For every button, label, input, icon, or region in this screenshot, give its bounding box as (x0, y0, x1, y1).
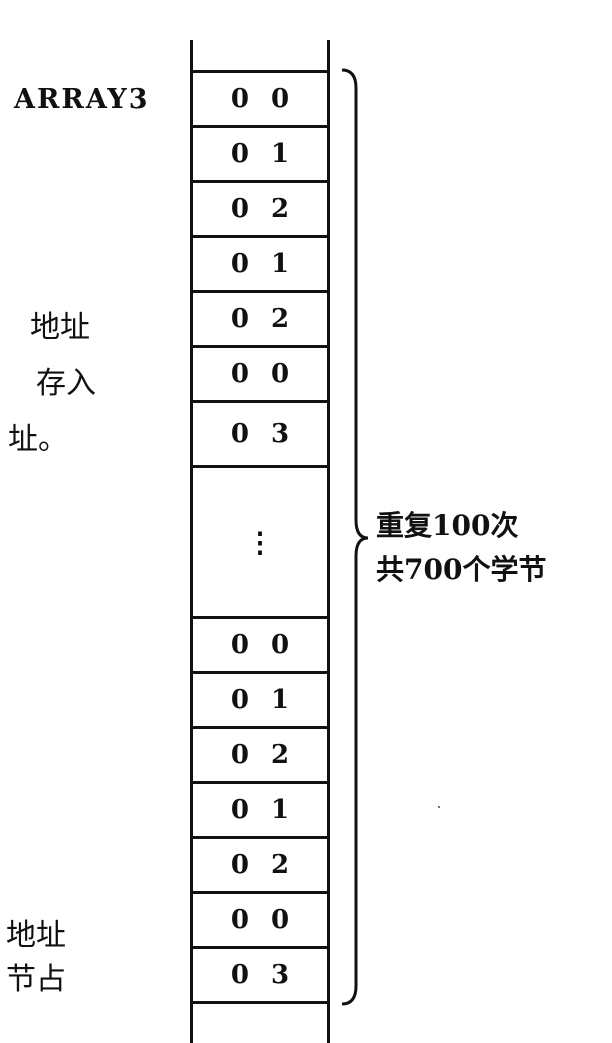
cell-lo-digit: 2 (271, 740, 290, 770)
cell-hi-digit: 0 (230, 850, 249, 880)
cell-lo-digit: 3 (271, 419, 290, 449)
cell-hi-digit: 0 (230, 419, 249, 449)
memory-cell: 0 1 (193, 235, 327, 293)
memory-cell: 0 0 (193, 891, 327, 949)
cell-lo-digit: 0 (271, 84, 290, 114)
left-note-bottom-line-2: 节占 (6, 962, 66, 997)
cell-lo-digit: 0 (271, 630, 290, 660)
cell-hi-digit: 0 (230, 194, 249, 224)
cell-lo-digit: 3 (271, 960, 290, 990)
memory-cell: 0 1 (193, 125, 327, 183)
cell-lo-digit: 0 (271, 359, 290, 389)
vertical-ellipsis: ⋮ (246, 525, 274, 559)
left-note-top-line-2: 存入 (36, 366, 96, 401)
left-note-top-line-1: 地址 (30, 310, 90, 345)
repeat-annotation: 重复100次 共700个学节 (376, 504, 546, 592)
memory-column: 0 0 0 1 0 2 0 1 0 2 0 0 0 3 ⋮ 0 0 0 1 0 … (190, 40, 330, 1043)
cell-hi-digit: 0 (230, 740, 249, 770)
memory-cell: 0 0 (193, 616, 327, 674)
cell-hi-digit: 0 (230, 304, 249, 334)
cell-hi-digit: 0 (230, 84, 249, 114)
repeat-annotation-line-2: 共700个学节 (376, 553, 547, 586)
cell-lo-digit: 2 (271, 304, 290, 334)
memory-cell: 0 0 (193, 345, 327, 403)
stray-dot (438, 806, 440, 808)
cell-hi-digit: 0 (230, 249, 249, 279)
cell-lo-digit: 1 (271, 795, 290, 825)
cell-lo-digit: 1 (271, 685, 290, 715)
ellipsis-cell: ⋮ (193, 468, 327, 616)
cell-hi-digit: 0 (230, 139, 249, 169)
memory-cell: 0 2 (193, 180, 327, 238)
memory-cell: 0 1 (193, 781, 327, 839)
cell-lo-digit: 0 (271, 905, 290, 935)
cell-lo-digit: 2 (271, 194, 290, 224)
cell-hi-digit: 0 (230, 795, 249, 825)
memory-cell: 0 1 (193, 671, 327, 729)
left-note-bottom-line-1: 地址 (6, 918, 66, 953)
cell-hi-digit: 0 (230, 359, 249, 389)
memory-cell: 0 2 (193, 726, 327, 784)
memory-cell: 0 2 (193, 290, 327, 348)
right-brace-icon (341, 68, 369, 1006)
memory-cell: 0 2 (193, 836, 327, 894)
left-note-top-line-3: 址。 (8, 422, 68, 457)
memory-cell: 0 3 (193, 400, 327, 468)
cell-hi-digit: 0 (230, 685, 249, 715)
cell-hi-digit: 0 (230, 905, 249, 935)
cell-lo-digit: 1 (271, 249, 290, 279)
array-label: ARRAY3 (14, 84, 150, 115)
cell-lo-digit: 2 (271, 850, 290, 880)
memory-cell: 0 0 (193, 70, 327, 128)
memory-cell: 0 3 (193, 946, 327, 1004)
cell-hi-digit: 0 (230, 630, 249, 660)
repeat-annotation-line-1: 重复100次 (376, 509, 519, 542)
cell-lo-digit: 1 (271, 139, 290, 169)
cell-hi-digit: 0 (230, 960, 249, 990)
